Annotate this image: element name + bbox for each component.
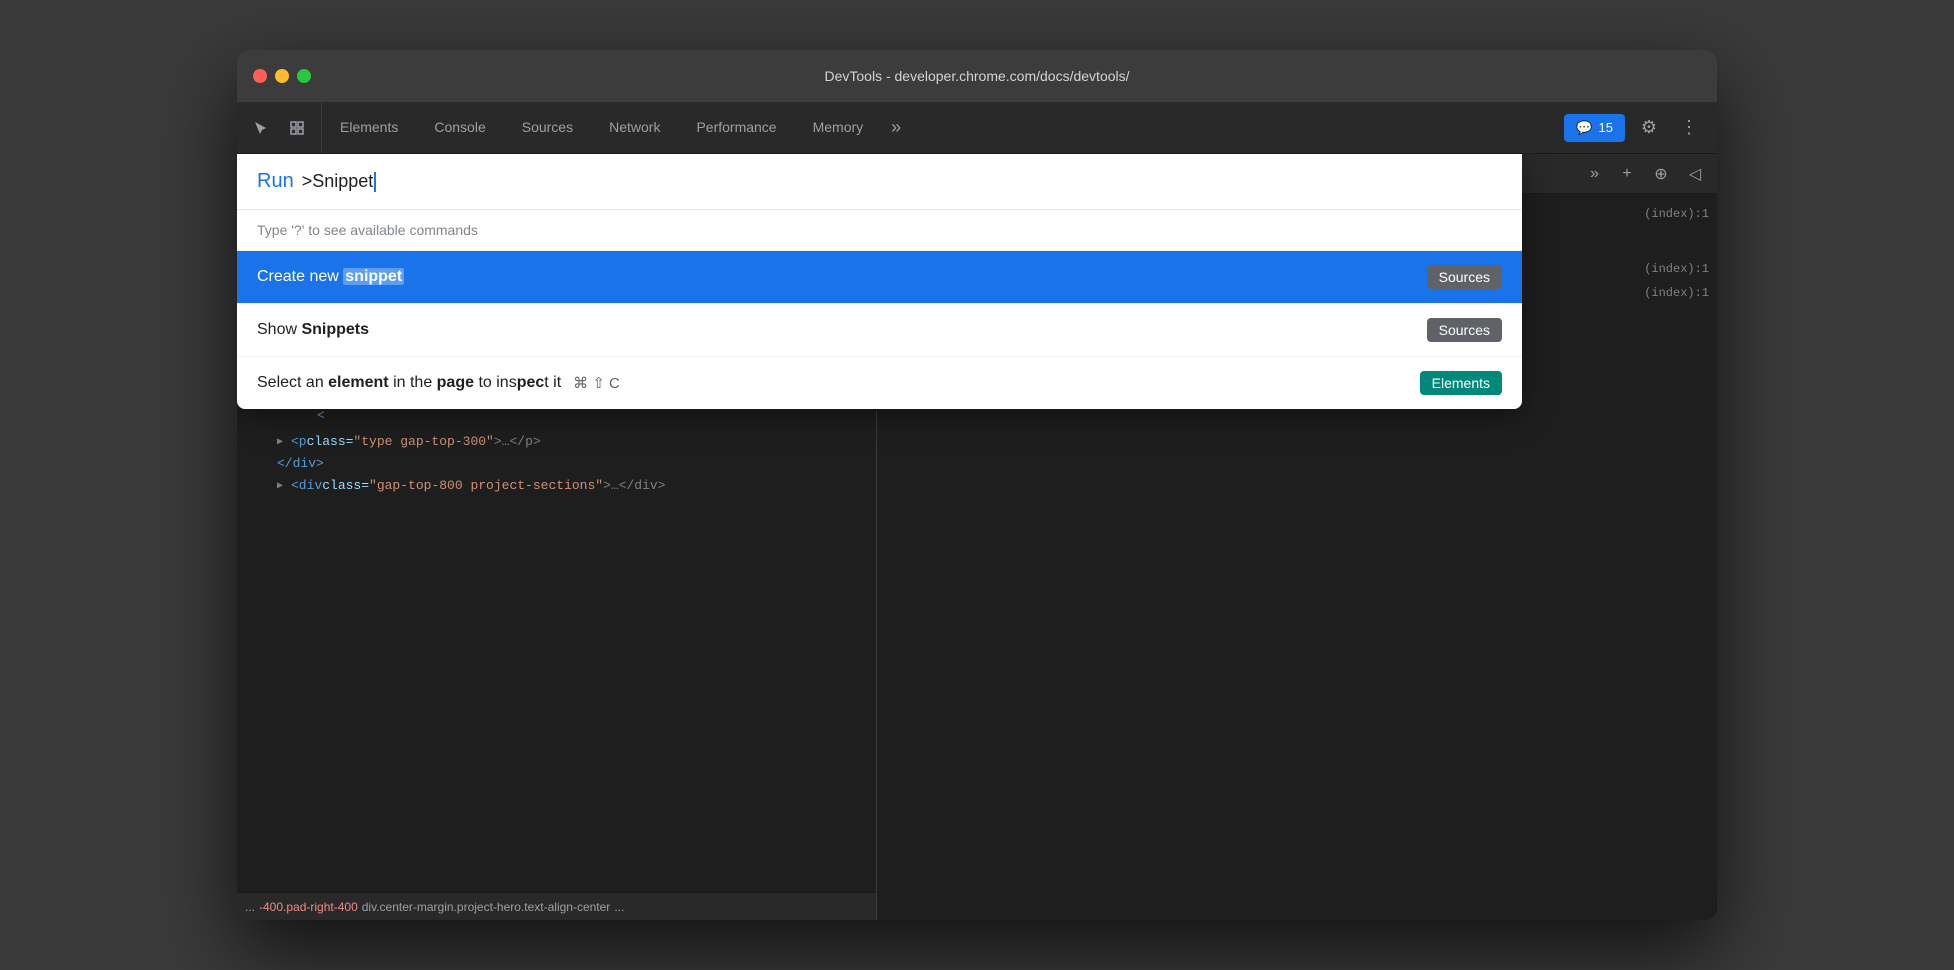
css-source[interactable]: (index):1 bbox=[1644, 283, 1709, 305]
breadcrumb-item[interactable]: div.center-margin.project-hero.text-alig… bbox=[362, 900, 611, 914]
devtools-window: DevTools - developer.chrome.com/docs/dev… bbox=[237, 50, 1717, 920]
tabs: Elements Console Sources Network Perform… bbox=[322, 102, 1552, 153]
css-source[interactable]: (index):1 bbox=[1644, 259, 1709, 281]
expand-icon[interactable]: ▶ bbox=[277, 434, 291, 451]
list-item: </div> bbox=[237, 453, 876, 475]
inspect-icon[interactable] bbox=[281, 112, 313, 144]
command-badge-sources-2: Sources bbox=[1427, 318, 1502, 342]
list-item[interactable]: ▶ <div class= "gap-top-800 project-secti… bbox=[237, 475, 876, 497]
refresh-button[interactable]: ⊕ bbox=[1647, 160, 1675, 188]
command-cursor bbox=[374, 172, 376, 192]
breadcrumb-item[interactable]: ... bbox=[245, 900, 255, 914]
add-style-button[interactable]: + bbox=[1613, 160, 1641, 188]
command-input-text: >Snippet bbox=[302, 171, 377, 192]
tab-sources[interactable]: Sources bbox=[504, 102, 591, 153]
breadcrumb: ... -400.pad-right-400 div.center-margin… bbox=[237, 892, 876, 920]
command-badge-elements: Elements bbox=[1420, 371, 1502, 395]
command-palette[interactable]: Run >Snippet Type '?' to see available c… bbox=[237, 154, 1522, 409]
minimize-button[interactable] bbox=[275, 69, 289, 83]
tab-memory[interactable]: Memory bbox=[795, 102, 882, 153]
cursor-icon[interactable] bbox=[245, 112, 277, 144]
shortcut-icon: ⌘ ⇧ C bbox=[573, 374, 620, 392]
maximize-button[interactable] bbox=[297, 69, 311, 83]
command-item-show-snippets[interactable]: Show Snippets Sources bbox=[237, 304, 1522, 357]
title-bar: DevTools - developer.chrome.com/docs/dev… bbox=[237, 50, 1717, 102]
tab-console[interactable]: Console bbox=[416, 102, 503, 153]
feedback-button[interactable]: 💬 15 bbox=[1564, 114, 1625, 142]
highlight-snippet: snippet bbox=[343, 268, 404, 285]
command-item-create-snippet[interactable]: Create new snippet Sources bbox=[237, 251, 1522, 304]
list-item[interactable]: ▶ <p class= "type gap-top-300" >…</p> bbox=[237, 431, 876, 453]
feedback-icon: 💬 bbox=[1576, 120, 1592, 136]
toolbar: Elements Console Sources Network Perform… bbox=[237, 102, 1717, 154]
more-options-button[interactable]: ⋮ bbox=[1673, 112, 1705, 144]
command-input-row: Run >Snippet bbox=[237, 154, 1522, 210]
settings-button[interactable]: ⚙ bbox=[1633, 112, 1665, 144]
main-content: score banner ▶ <div etwe p-300 ▼ <div bbox=[237, 154, 1717, 920]
command-item-label: Select an element in the page to inspect… bbox=[257, 374, 620, 392]
toolbar-icons bbox=[237, 102, 322, 153]
css-source[interactable]: (index):1 bbox=[1644, 204, 1709, 226]
toolbar-right: 💬 15 ⚙ ⋮ bbox=[1552, 102, 1717, 153]
tabs-overflow-button[interactable]: » bbox=[881, 102, 911, 153]
command-item-select-element[interactable]: Select an element in the page to inspect… bbox=[237, 357, 1522, 409]
command-item-label: Create new snippet bbox=[257, 268, 404, 286]
tab-performance[interactable]: Performance bbox=[678, 102, 794, 153]
tab-elements[interactable]: Elements bbox=[322, 102, 416, 153]
command-run-label: Run bbox=[257, 170, 294, 193]
command-badge-sources-1: Sources bbox=[1427, 265, 1502, 289]
expand-icon[interactable]: ▶ bbox=[277, 478, 291, 495]
breadcrumb-item[interactable]: -400.pad-right-400 bbox=[259, 900, 358, 914]
toggle-button[interactable]: ◁ bbox=[1681, 160, 1709, 188]
breadcrumb-item[interactable]: ... bbox=[614, 900, 624, 914]
traffic-lights bbox=[253, 69, 311, 83]
close-button[interactable] bbox=[253, 69, 267, 83]
feedback-count: 15 bbox=[1599, 120, 1613, 135]
tab-network[interactable]: Network bbox=[591, 102, 678, 153]
window-title: DevTools - developer.chrome.com/docs/dev… bbox=[824, 68, 1129, 84]
command-hint: Type '?' to see available commands bbox=[237, 210, 1522, 251]
more-icon: » bbox=[1590, 165, 1599, 183]
command-item-label: Show Snippets bbox=[257, 321, 369, 339]
